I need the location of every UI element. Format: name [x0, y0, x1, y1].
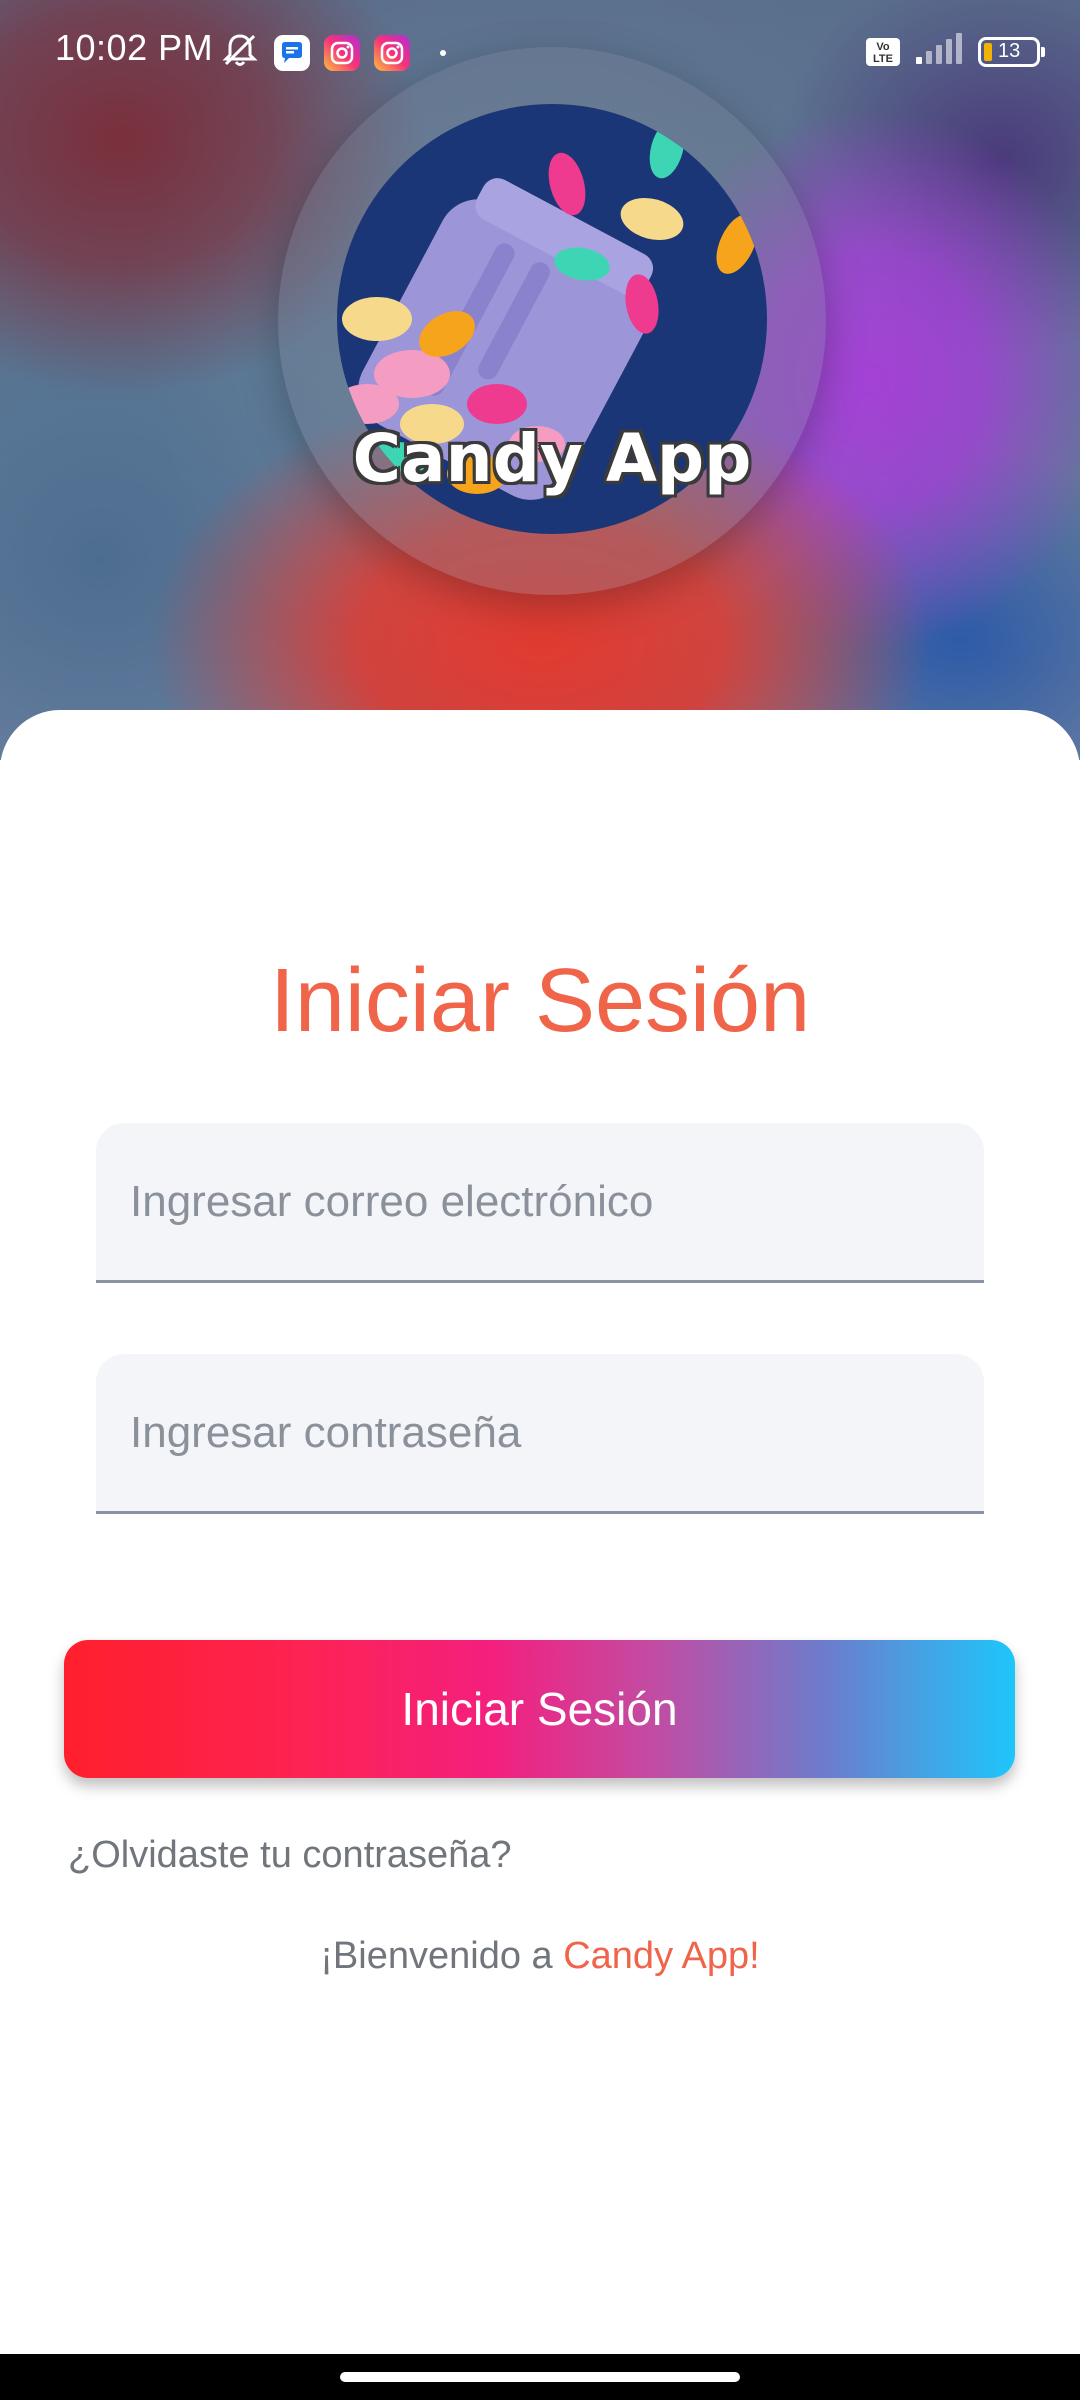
volte-icon: Vo LTE — [866, 37, 900, 66]
login-button[interactable]: Iniciar Sesión — [64, 1640, 1015, 1778]
system-icons: Vo LTE 13 — [866, 33, 1045, 70]
instagram-icon — [324, 34, 360, 71]
notification-icons — [220, 30, 446, 75]
forgot-password-link[interactable]: ¿Olvidaste tu contraseña? — [68, 1834, 512, 1877]
welcome-prefix: ¡Bienvenido a — [320, 1935, 564, 1977]
home-indicator[interactable] — [340, 2372, 740, 2382]
email-field[interactable] — [96, 1123, 984, 1280]
welcome-message: ¡Bienvenido a Candy App! — [0, 1935, 1080, 1978]
logo-text: Candy App — [352, 420, 752, 497]
battery-fill — [984, 42, 992, 61]
email-field-container — [96, 1123, 984, 1283]
status-time: 10:02 PM — [55, 27, 214, 68]
welcome-brand: Candy App! — [563, 1935, 760, 1977]
login-card: Iniciar Sesión Iniciar Sesión ¿Olvidaste… — [0, 710, 1080, 2400]
password-field-container — [96, 1354, 984, 1514]
battery-level: 13 — [998, 40, 1021, 62]
notification-dot-icon — [440, 49, 446, 56]
navigation-bar — [0, 2354, 1080, 2400]
page-title: Iniciar Sesión — [269, 951, 811, 1051]
battery-icon: 13 — [978, 36, 1045, 67]
signal-icon — [914, 33, 964, 70]
status-bar: 10:02 PM Vo LTE 13 — [0, 0, 1080, 100]
instagram-icon — [374, 34, 410, 71]
password-field[interactable] — [96, 1354, 984, 1511]
messages-icon — [274, 34, 310, 71]
mute-icon — [220, 30, 260, 75]
